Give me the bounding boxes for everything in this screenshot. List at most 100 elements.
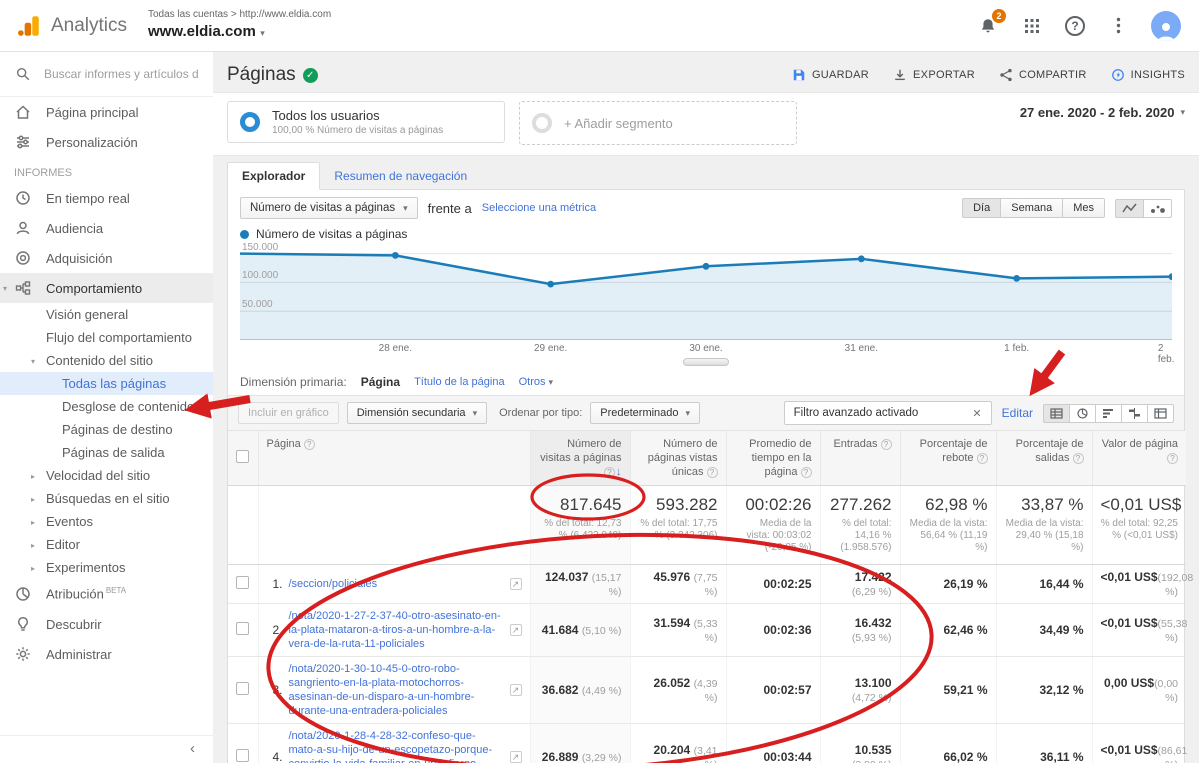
sidebar-item-personalization[interactable]: Personalización (0, 127, 213, 157)
help-icon[interactable]: ? (304, 439, 315, 450)
sidebar-item-acquisition[interactable]: Adquisición (0, 243, 213, 273)
sidebar-item-audience[interactable]: Audiencia (0, 213, 213, 243)
advanced-filter-chip[interactable]: Filtro avanzado activado ✕ (784, 401, 992, 425)
help-icon[interactable]: ? (1065, 16, 1085, 36)
page-link[interactable]: /nota/2020-1-27-2-37-40-otro-asesinato-e… (289, 609, 504, 651)
pivot-view-icon[interactable] (1148, 404, 1174, 423)
external-link-icon[interactable]: ↗ (510, 751, 522, 763)
column-header-avg-time[interactable]: Promedio de tiempo en la página? (726, 431, 820, 486)
sidebar-item-attribution[interactable]: AtribuciónBETA (0, 579, 213, 609)
sidebar-item-home[interactable]: Página principal (0, 97, 213, 127)
row-checkbox[interactable] (236, 622, 249, 635)
granularity-day-button[interactable]: Día (962, 198, 1001, 218)
help-icon[interactable]: ? (1167, 453, 1178, 464)
help-icon[interactable]: ? (604, 467, 615, 478)
more-vertical-icon[interactable] (1107, 15, 1129, 37)
sidebar-item-landing-pages[interactable]: Páginas de destino (0, 418, 213, 441)
column-header-bounce-rate[interactable]: Porcentaje de rebote? (900, 431, 996, 486)
segment-all-users[interactable]: Todos los usuarios 100,00 % Número de vi… (227, 101, 505, 143)
sidebar-item-content-drilldown[interactable]: Desglose de contenido (0, 395, 213, 418)
motion-chart-icon[interactable] (1144, 199, 1172, 218)
add-segment-button[interactable]: + Añadir segmento (519, 101, 797, 145)
sidebar-item-behavior-flow[interactable]: Flujo del comportamiento (0, 326, 213, 349)
help-icon[interactable]: ? (801, 467, 812, 478)
table-row[interactable]: 4./nota/2020-1-28-4-28-32-confeso-que-ma… (228, 724, 1186, 763)
comparison-view-icon[interactable] (1122, 404, 1148, 423)
granularity-week-button[interactable]: Semana (1001, 198, 1063, 218)
select-metric-link[interactable]: Seleccione una métrica (482, 202, 596, 214)
apps-grid-icon[interactable] (1021, 15, 1043, 37)
sort-type-dropdown[interactable]: Predeterminado ▾ (590, 402, 700, 424)
notifications-bell-icon[interactable]: 2 (977, 15, 999, 37)
sidebar-item-realtime[interactable]: En tiempo real (0, 183, 213, 213)
sidebar-search[interactable]: Buscar informes y artículos de (0, 52, 213, 97)
granularity-month-button[interactable]: Mes (1063, 198, 1105, 218)
page-link[interactable]: /nota/2020-1-28-4-28-32-confeso-que-mato… (289, 729, 504, 763)
share-button[interactable]: COMPARTIR (999, 68, 1087, 82)
dimension-page[interactable]: Página (361, 375, 400, 389)
performance-view-icon[interactable] (1096, 404, 1122, 423)
pageviews-cell: 36.682 (4,49 %) (530, 657, 630, 724)
sidebar-item-behavior[interactable]: ▾ Comportamiento (0, 273, 213, 303)
column-header-entrances[interactable]: Entradas? (820, 431, 900, 486)
property-name[interactable]: www.eldia.com (148, 23, 256, 40)
column-header-unique-pageviews[interactable]: Número de páginas vistas únicas? (630, 431, 726, 486)
sidebar-collapse-button[interactable]: ‹ (0, 735, 213, 763)
pageviews-line-chart[interactable]: 50.000100.000150.000 (240, 245, 1172, 340)
external-link-icon[interactable]: ↗ (510, 578, 522, 590)
export-button[interactable]: EXPORTAR (893, 68, 975, 82)
page-link[interactable]: /seccion/policiales (289, 577, 504, 591)
help-icon[interactable]: ? (1073, 453, 1084, 464)
sidebar-item-events[interactable]: ▸ Eventos (0, 510, 213, 533)
account-switcher[interactable]: Todas las cuentas > http://www.eldia.com… (148, 9, 331, 42)
sidebar-item-site-speed[interactable]: ▸ Velocidad del sitio (0, 464, 213, 487)
close-icon[interactable]: ✕ (969, 407, 984, 420)
column-header-page-value[interactable]: Valor de página? (1092, 431, 1186, 486)
sort-desc-icon[interactable]: ↓ (616, 466, 622, 478)
column-header-pageviews[interactable]: Número de visitas a páginas?↓ (530, 431, 630, 486)
metric-selector-dropdown[interactable]: Número de visitas a páginas ▾ (240, 197, 418, 219)
dimension-page-title[interactable]: Título de la página (414, 376, 505, 388)
table-row[interactable]: 3./nota/2020-1-30-10-45-0-otro-robo-sang… (228, 657, 1186, 724)
percentage-view-icon[interactable] (1070, 404, 1096, 423)
totals-entrances: 277.262% del total: 14,16 % (1.958.576) (820, 486, 900, 565)
edit-filter-link[interactable]: Editar (1002, 406, 1033, 420)
tab-explorer[interactable]: Explorador (227, 162, 320, 190)
plot-rows-button[interactable]: Incluir en gráfico (238, 402, 339, 424)
insights-button[interactable]: INSIGHTS (1111, 68, 1185, 82)
table-row[interactable]: 1./seccion/policiales↗ 124.037 (15,17 %)… (228, 565, 1186, 604)
secondary-dimension-dropdown[interactable]: Dimensión secundaria ▾ (347, 402, 487, 424)
external-link-icon[interactable]: ↗ (510, 684, 522, 696)
user-avatar[interactable] (1151, 11, 1181, 41)
sidebar-item-overview[interactable]: Visión general (0, 303, 213, 326)
sidebar-item-exit-pages[interactable]: Páginas de salida (0, 441, 213, 464)
date-range-picker[interactable]: 27 ene. 2020 - 2 feb. 2020 ▾ (1020, 101, 1185, 120)
sidebar-item-admin[interactable]: Administrar (0, 639, 213, 669)
tab-navigation-summary[interactable]: Resumen de navegación (320, 163, 481, 189)
account-breadcrumb[interactable]: Todas las cuentas > http://www.eldia.com (148, 9, 331, 22)
sidebar-item-discover[interactable]: Descubrir (0, 609, 213, 639)
sidebar-item-publisher[interactable]: ▸ Editor (0, 533, 213, 556)
table-row[interactable]: 2./nota/2020-1-27-2-37-40-otro-asesinato… (228, 604, 1186, 657)
row-checkbox[interactable] (236, 749, 249, 762)
sidebar-item-experiments[interactable]: ▸ Experimentos (0, 556, 213, 579)
select-all-checkbox[interactable] (236, 450, 249, 463)
line-chart-icon[interactable] (1115, 199, 1144, 218)
external-link-icon[interactable]: ↗ (510, 624, 522, 636)
analytics-logo[interactable]: Analytics (0, 13, 142, 39)
page-link[interactable]: /nota/2020-1-30-10-45-0-otro-robo-sangri… (289, 662, 504, 718)
row-checkbox[interactable] (236, 682, 249, 695)
dimension-other-dropdown[interactable]: Otros ▾ (519, 376, 554, 388)
sidebar-item-all-pages[interactable]: Todas las páginas (0, 372, 213, 395)
row-checkbox[interactable] (236, 576, 249, 589)
sidebar-item-site-search[interactable]: ▸ Búsquedas en el sitio (0, 487, 213, 510)
help-icon[interactable]: ? (707, 467, 718, 478)
column-header-exit-rate[interactable]: Porcentaje de salidas? (996, 431, 1092, 486)
help-icon[interactable]: ? (977, 453, 988, 464)
save-button[interactable]: GUARDAR (792, 68, 869, 82)
help-icon[interactable]: ? (881, 439, 892, 450)
column-header-page[interactable]: Página? (258, 431, 530, 486)
chart-scrollbar-handle[interactable] (683, 358, 729, 366)
sidebar-item-site-content[interactable]: ▾ Contenido del sitio (0, 349, 213, 372)
data-table-view-icon[interactable] (1043, 404, 1070, 423)
